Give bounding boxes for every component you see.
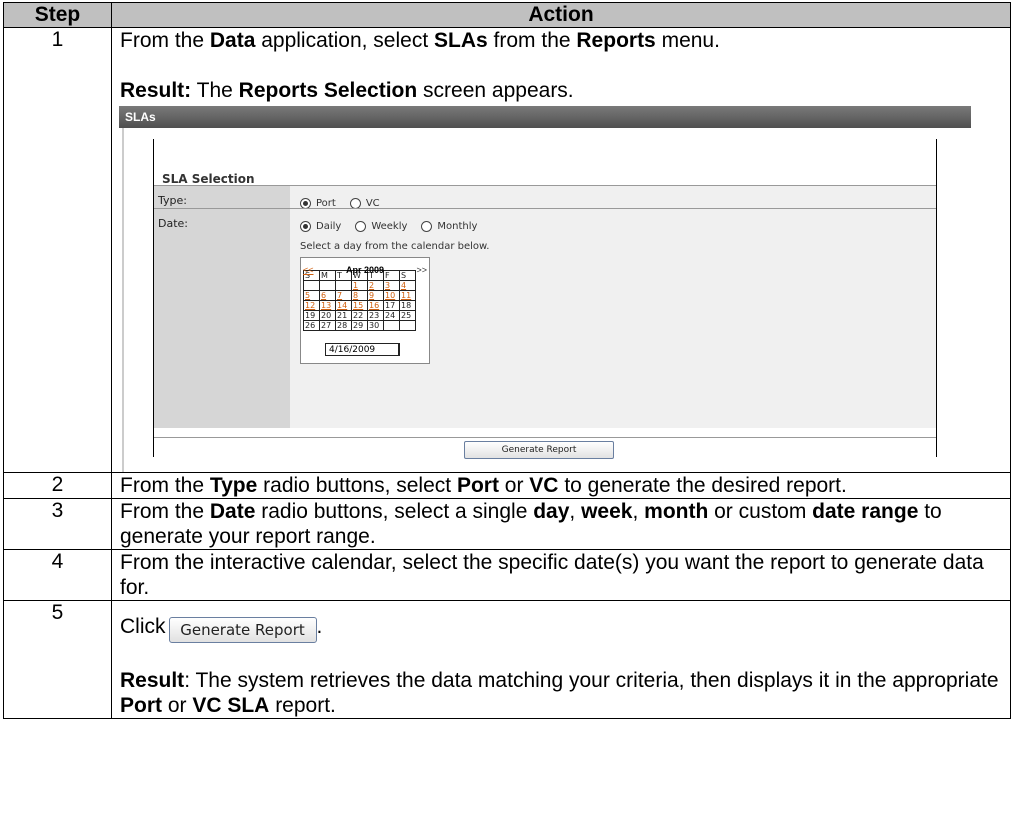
step5-click: Click Generate Report. bbox=[120, 601, 1002, 643]
type-label: Type: bbox=[154, 186, 290, 208]
date-row: Date: Daily Weekly Monthly Select a day … bbox=[154, 208, 936, 428]
calendar-day[interactable]: 5 bbox=[303, 290, 320, 301]
header-step: Step bbox=[3, 2, 112, 28]
calendar-day: 30 bbox=[367, 320, 384, 331]
sla-selection-panel: SLA Selection Type: Port VC Date: Daily … bbox=[153, 139, 937, 459]
calendar-day[interactable]: 10 bbox=[383, 290, 400, 301]
date-weekly-radio[interactable] bbox=[355, 221, 367, 232]
calendar-day: 18 bbox=[399, 300, 416, 311]
calendar-day: 28 bbox=[335, 320, 352, 331]
calendar-day bbox=[399, 320, 416, 331]
calendar-day: 17 bbox=[383, 300, 400, 311]
calendar-day: 24 bbox=[383, 310, 400, 321]
step-action: From the Data application, select SLAs f… bbox=[111, 27, 1011, 473]
step-number: 3 bbox=[3, 498, 112, 550]
calendar-day[interactable]: 6 bbox=[319, 290, 336, 301]
step-action: From the interactive calendar, select th… bbox=[111, 549, 1011, 601]
step-number: 1 bbox=[3, 27, 112, 473]
sla-screenshot: SLAs SLA Selection Type: Port VC Date: D… bbox=[119, 106, 971, 472]
calendar-day[interactable]: 15 bbox=[351, 300, 368, 311]
date-label: Date: bbox=[154, 209, 290, 428]
calendar-day[interactable]: 14 bbox=[335, 300, 352, 311]
date-monthly-radio[interactable] bbox=[421, 221, 433, 232]
step-row-3: 3 From the Date radio buttons, select a … bbox=[3, 498, 1011, 550]
step-action: From the Type radio buttons, select Port… bbox=[111, 472, 1011, 499]
calendar-day: 27 bbox=[319, 320, 336, 331]
type-row: Type: Port VC bbox=[154, 185, 936, 209]
calendar-day: 21 bbox=[335, 310, 352, 321]
calendar-day[interactable]: 8 bbox=[351, 290, 368, 301]
step-row-5: 5 Click Generate Report. Result: The syst… bbox=[3, 600, 1011, 719]
calendar-day: 19 bbox=[303, 310, 320, 321]
calendar-day: 26 bbox=[303, 320, 320, 331]
step5-result: Result: The system retrieves the data ma… bbox=[120, 669, 999, 717]
step-action: From the Date radio buttons, select a si… bbox=[111, 498, 1011, 550]
step-number: 5 bbox=[3, 600, 112, 719]
calendar-day: 25 bbox=[399, 310, 416, 321]
selected-date-field[interactable]: 4/16/2009 bbox=[325, 343, 400, 356]
calendar-day: 23 bbox=[367, 310, 384, 321]
procedure-table: Step Action 1 From the Data application,… bbox=[3, 2, 1011, 719]
header-row: Step Action bbox=[3, 2, 1011, 28]
step-row-4: 4 From the interactive calendar, select … bbox=[3, 549, 1011, 601]
calendar-next-link[interactable]: >> bbox=[416, 258, 427, 283]
calendar: << Apr 2009 >> S M T W T F S 1 2 3 4 5 6… bbox=[300, 257, 430, 364]
sla-window-title: SLAs bbox=[119, 106, 971, 128]
date-daily-radio[interactable] bbox=[300, 221, 311, 232]
calendar-month: Apr 2009 bbox=[345, 265, 385, 275]
calendar-hint: Select a day from the calendar below. bbox=[300, 241, 490, 252]
calendar-day[interactable]: 7 bbox=[335, 290, 352, 301]
calendar-day: 20 bbox=[319, 310, 336, 321]
calendar-day[interactable]: 16 bbox=[367, 300, 384, 311]
calendar-day[interactable]: 9 bbox=[367, 290, 384, 301]
calendar-day bbox=[383, 320, 400, 331]
step-row-1: 1 From the Data application, select SLAs… bbox=[3, 27, 1011, 473]
header-action: Action bbox=[111, 2, 1011, 28]
generate-report-button[interactable]: Generate Report bbox=[464, 441, 614, 459]
step1-result: Result: The Reports Selection screen app… bbox=[120, 79, 574, 102]
step-number: 4 bbox=[3, 549, 112, 601]
calendar-day[interactable]: 13 bbox=[319, 300, 336, 311]
step-number: 2 bbox=[3, 472, 112, 499]
calendar-day[interactable]: 12 bbox=[303, 300, 320, 311]
step-action: Click Generate Report. Result: The system… bbox=[111, 600, 1011, 719]
step1-instruction: From the Data application, select SLAs f… bbox=[120, 29, 720, 52]
calendar-day[interactable]: 11 bbox=[399, 290, 416, 301]
calendar-day: 29 bbox=[351, 320, 368, 331]
calendar-day: 22 bbox=[351, 310, 368, 321]
generate-report-button-large[interactable]: Generate Report bbox=[168, 617, 317, 643]
step-row-2: 2 From the Type radio buttons, select Po… bbox=[3, 472, 1011, 499]
